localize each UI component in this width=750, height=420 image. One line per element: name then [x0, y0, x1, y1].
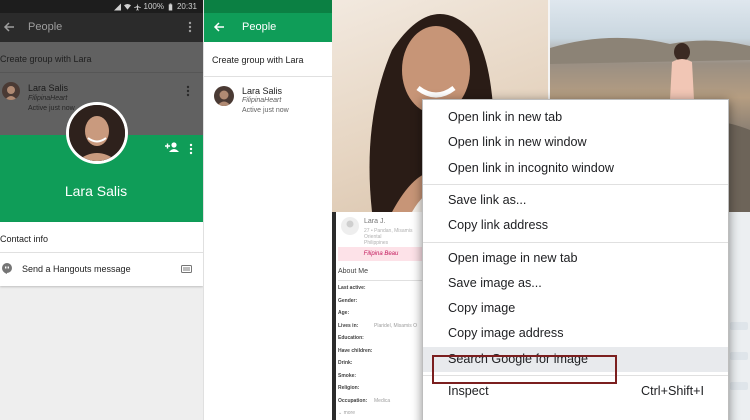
menu-separator — [423, 183, 728, 185]
back-arrow-icon[interactable] — [3, 21, 15, 33]
hangouts-icon — [2, 263, 12, 274]
menu-item-copy-image-address[interactable]: Copy image address — [423, 321, 728, 346]
divider — [0, 72, 203, 73]
menu-item-open-link-in-new-window[interactable]: Open link in new window — [423, 130, 728, 155]
about-row-label: Age: — [338, 310, 350, 316]
send-hangouts-message-button[interactable]: Send a Hangouts message — [22, 264, 131, 274]
about-row-label: Education: — [338, 335, 364, 341]
side-panel — [728, 212, 750, 420]
create-group-item[interactable]: Create group with Lara — [212, 55, 304, 65]
about-row-label: Have children: — [338, 347, 373, 354]
app-bar: People — [204, 13, 332, 42]
profile-location-line: 27 • Pandan, Misamis Oriental — [364, 228, 413, 240]
about-row-label: Occupation: — [338, 397, 368, 404]
contact-info-heading: Contact info — [0, 234, 49, 244]
airplane-icon — [133, 3, 141, 10]
back-arrow-icon[interactable] — [213, 21, 225, 33]
status-time: 20:31 — [176, 2, 197, 11]
profile-location: 27 • Pandan, Misamis Oriental Philippine… — [364, 228, 424, 246]
battery-icon — [168, 3, 173, 10]
about-row-value: Plaridel, Misamis O — [374, 322, 418, 329]
divider — [0, 252, 203, 253]
contact-name[interactable]: Lara Salis — [28, 83, 68, 93]
more-vert-icon[interactable] — [186, 85, 190, 97]
about-row-label: Last active: — [338, 285, 366, 291]
more-vert-icon[interactable] — [189, 143, 193, 155]
profile-photo — [66, 102, 128, 164]
about-row-label: Lives in: — [338, 322, 359, 329]
hangouts-people-panel: People Create group with Lara Lara Salis… — [203, 0, 332, 420]
contact-info-card: Contact info Send a Hangouts message — [0, 222, 203, 286]
about-row-label: Religion: — [338, 385, 360, 391]
about-row-label: Drink: — [338, 360, 353, 366]
about-row-label: Gender: — [338, 297, 358, 304]
page-title: People — [28, 21, 63, 33]
side-panel-item — [730, 382, 748, 390]
status-bar: 100% 20:31 — [0, 0, 203, 13]
menu-item-save-link-as[interactable]: Save link as... — [423, 188, 728, 213]
profile-summary-card: Lara J. 27 • Pandan, Misamis Oriental Ph… — [338, 214, 424, 246]
divider — [338, 280, 424, 281]
menu-item-copy-link-address[interactable]: Copy link address — [423, 213, 728, 238]
signal-icon — [113, 3, 121, 10]
avatar — [2, 82, 20, 100]
menu-item-open-link-in-new-tab[interactable]: Open link in new tab — [423, 105, 728, 130]
about-me-heading: About Me — [338, 268, 368, 275]
page-edge — [332, 212, 336, 420]
avatar — [341, 217, 359, 235]
page-title: People — [242, 21, 277, 33]
app-bar: People — [0, 13, 203, 42]
profile-name: Lara J. — [364, 218, 386, 225]
menu-shortcut: Ctrl+Shift+I — [641, 384, 704, 398]
contact-status: Active just now — [242, 107, 289, 114]
wifi-icon — [123, 3, 131, 10]
highlight-annotation — [432, 355, 617, 384]
menu-separator — [423, 241, 728, 243]
contact-subtitle: FilipinaHeart — [242, 97, 282, 104]
membership-badge: Filipina Beau — [338, 247, 424, 261]
menu-item-label: Inspect — [448, 384, 489, 398]
add-person-icon[interactable] — [165, 142, 179, 152]
contact-status: Active just now — [28, 105, 75, 112]
more-link[interactable]: ⌄ more — [338, 410, 355, 416]
profile-name: Lara Salis — [64, 183, 128, 199]
menu-item-open-image-in-new-tab[interactable]: Open image in new tab — [423, 246, 728, 271]
contact-name[interactable]: Lara Salis — [242, 86, 282, 96]
profile-country: Philippines — [364, 240, 389, 246]
side-panel-item — [730, 352, 748, 360]
side-panel-item — [730, 322, 748, 330]
contact-subtitle: FilipinaHeart — [28, 95, 68, 102]
battery-level: 100% — [143, 2, 164, 11]
about-row-label: Smoke: — [338, 372, 357, 379]
menu-item-save-image-as[interactable]: Save image as... — [423, 271, 728, 296]
status-bar — [204, 0, 332, 13]
more-vert-icon[interactable] — [188, 21, 192, 33]
about-row-value: Medica — [374, 397, 391, 404]
hangouts-profile-panel: 100% 20:31 People Create group with Lara… — [0, 0, 203, 420]
create-group-item[interactable]: Create group with Lara — [0, 54, 92, 64]
context-menu: Open link in new tab Open link in new win… — [422, 99, 729, 420]
menu-item-open-link-in-incognito-window[interactable]: Open link in incognito window — [423, 156, 728, 181]
video-icon[interactable] — [181, 265, 192, 273]
more-link-label: more — [343, 410, 355, 416]
avatar — [214, 86, 234, 106]
divider — [204, 76, 332, 77]
menu-item-copy-image[interactable]: Copy image — [423, 296, 728, 321]
